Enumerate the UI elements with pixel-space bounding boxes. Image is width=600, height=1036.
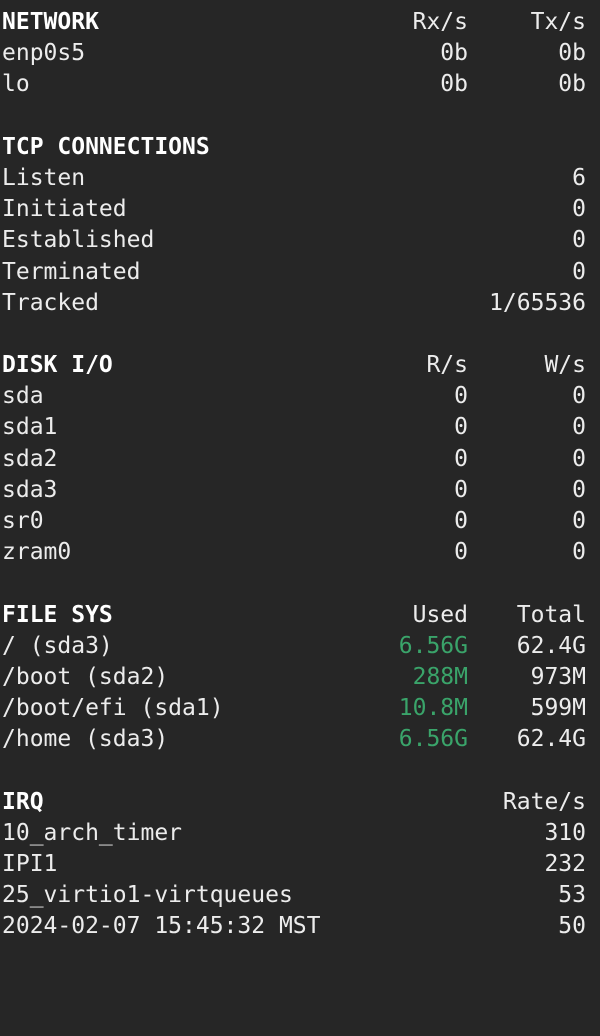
irq-name: IPI1 [2,851,58,878]
irq-row: 10_arch_timer 310 [0,818,600,849]
irq-rate: 310 [544,819,586,846]
filesys-header: FILE SYS Used Total [0,600,600,631]
disk-read-header: R/s [426,352,468,379]
mount-point: /boot/efi (sda1) [2,695,224,722]
network-header: NETWORK Rx/s Tx/s [0,7,600,38]
disk-device: sr0 [2,508,44,534]
used-space: 288M [412,663,468,690]
tx-rate: 0b [558,40,586,67]
mount-point: /boot (sda2) [2,663,169,690]
filesys-row: /boot/efi (sda1) 10.8M 599M [0,693,600,724]
irq-rate-header: Rate/s [502,788,586,815]
tcp-count: 6 [572,164,586,191]
irq-name: 10_arch_timer [2,819,183,846]
disk-device: sda3 [2,476,58,503]
tcp-count: 0 [572,196,586,223]
disk-read-rate: 0 [454,476,468,503]
disk-device: sda [2,383,44,410]
timestamp: 2024-02-07 15:45:32 MST [2,913,321,940]
disk-row: sr0 0 0 [0,506,600,537]
used-space: 6.56G [398,632,468,659]
tcp-row: Tracked 1/65536 [0,288,600,319]
tcp-row: Initiated 0 [0,194,600,225]
mount-point: /home (sda3) [2,726,169,753]
disk-header: DISK I/O R/s W/s [0,350,600,381]
disk-row: zram0 0 0 [0,537,600,568]
disk-write-rate: 0 [572,508,586,534]
disk-read-rate: 0 [454,383,468,410]
total-space: 62.4G [516,726,586,753]
disk-row: sda3 0 0 [0,475,600,506]
filesys-row: /boot (sda2) 288M 973M [0,662,600,693]
disk-row: sda1 0 0 [0,412,600,443]
total-space: 599M [530,695,586,722]
tcp-state: Initiated [2,196,127,223]
irq-header: IRQ Rate/s [0,787,600,818]
tcp-count: 0 [572,258,586,285]
disk-read-rate: 0 [454,414,468,441]
filesys-row: / (sda3) 6.56G 62.4G [0,631,600,662]
irq-rate: 232 [544,851,586,878]
network-row: lo 0b 0b [0,69,600,100]
filesys-row: /home (sda3) 6.56G 62.4G [0,724,600,755]
disk-write-rate: 0 [572,414,586,441]
tcp-count: 0 [572,227,586,254]
filesys-used-header: Used [412,601,468,628]
disk-read-rate: 0 [454,508,468,534]
disk-row: sda 0 0 [0,381,600,412]
network-rx-header: Rx/s [412,9,468,35]
used-space: 10.8M [398,695,468,722]
used-space: 6.56G [398,726,468,753]
network-row: enp0s5 0b 0b [0,38,600,69]
irq-title: IRQ [2,788,44,815]
disk-write-header: W/s [544,352,586,379]
tx-rate: 0b [558,71,586,98]
network-tx-header: Tx/s [530,9,586,35]
rx-rate: 0b [440,71,468,98]
tcp-state: Tracked [2,289,99,316]
disk-write-rate: 0 [572,445,586,472]
disk-device: zram0 [2,539,72,566]
rx-rate: 0b [440,40,468,67]
disk-title: DISK I/O [2,352,113,379]
irq-row: 25_virtio1-virtqueues 53 [0,880,600,911]
irq-row: IPI1 232 [0,849,600,880]
tcp-count: 1/65536 [489,289,586,316]
disk-write-rate: 0 [572,383,586,410]
interface-name: enp0s5 [2,40,86,67]
network-title: NETWORK [2,9,99,35]
filesys-total-header: Total [516,601,586,628]
filesys-title: FILE SYS [2,601,113,628]
disk-read-rate: 0 [454,445,468,472]
tcp-state: Listen [2,164,86,191]
footer-rate: 50 [558,913,586,940]
disk-device: sda2 [2,445,58,472]
disk-write-rate: 0 [572,539,586,566]
footer-row: 2024-02-07 15:45:32 MST 50 [0,911,600,942]
system-monitor-panel: NETWORK Rx/s Tx/s enp0s5 0b 0b lo 0b 0b … [0,0,600,953]
tcp-state: Established [2,227,155,254]
mount-point: / (sda3) [2,632,113,659]
tcp-title: TCP CONNECTIONS [2,133,210,160]
tcp-row: Established 0 [0,225,600,256]
irq-rate: 53 [558,882,586,909]
tcp-header: TCP CONNECTIONS [0,132,600,163]
disk-write-rate: 0 [572,476,586,503]
interface-name: lo [2,71,30,98]
disk-device: sda1 [2,414,58,441]
disk-row: sda2 0 0 [0,444,600,475]
tcp-state: Terminated [2,258,141,285]
total-space: 62.4G [516,632,586,659]
total-space: 973M [530,663,586,690]
disk-read-rate: 0 [454,539,468,566]
tcp-row: Listen 6 [0,163,600,194]
tcp-row: Terminated 0 [0,257,600,288]
irq-name: 25_virtio1-virtqueues [2,882,293,909]
